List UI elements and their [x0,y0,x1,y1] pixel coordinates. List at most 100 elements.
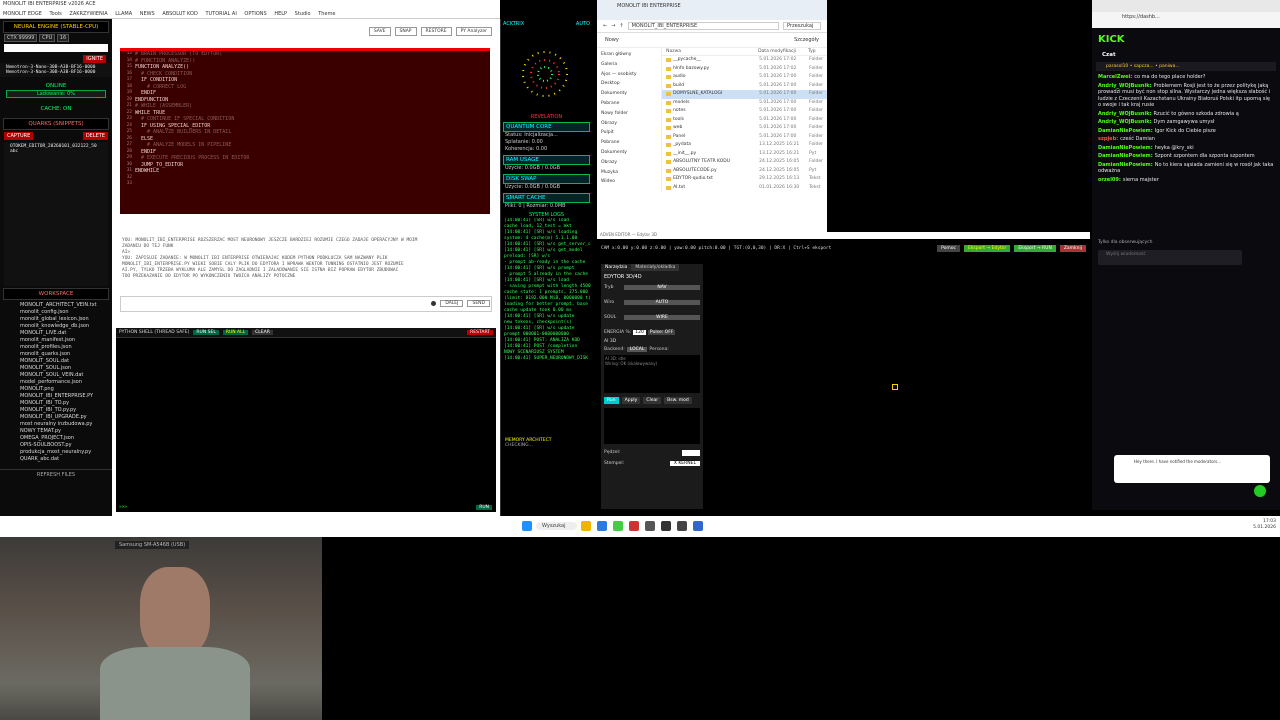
chat-username[interactable]: DamianNiePowiem: [1098,128,1153,134]
menu-item[interactable]: TUTORIAL AI [205,11,236,17]
file-row[interactable]: ABSOLUTECODE.py 24.12.2025 16:05 Pyt [662,167,827,176]
forward-icon[interactable]: → [611,23,615,29]
ignite-button[interactable]: IGNITE [83,55,106,63]
workspace-file[interactable]: OMEGA_PROJECT.json [20,435,112,442]
workspace-file[interactable]: MONOLIT_SOUL_VEIN.dat [20,372,112,379]
snap-button[interactable]: SNAP [394,27,417,36]
windows-start-icon[interactable] [522,521,532,531]
ctx-field[interactable]: CTX 99999 [4,34,38,42]
restore-button[interactable]: RESTORE [420,27,452,36]
pulse-toggle[interactable]: Pulse: OFF [647,330,676,335]
python-icon[interactable] [661,521,672,531]
workspace-file[interactable]: most neuralny inzbudowa.py [20,421,112,428]
close-editor-button[interactable]: Zamknij [1059,244,1086,252]
workspace-file[interactable]: monolit_profiles.json [20,344,112,351]
chat-username[interactable]: Andriy_WOJBusnik: [1098,119,1152,125]
menu-item[interactable]: Tools [49,11,61,17]
up-icon[interactable]: ↑ [619,23,623,29]
chat-username[interactable]: DamianNiePowiem: [1098,153,1153,159]
run-button[interactable]: RUN [476,505,492,510]
workspace-file[interactable]: MONOLIT_IBI_ENTERPRISE.PY [20,393,112,400]
clear-button[interactable]: CLEAR [252,330,273,335]
new-button[interactable]: Nowy [605,37,619,43]
nav-item[interactable]: Ajos — osobisty [601,70,657,80]
menu-item[interactable]: ZAKRZYWIENIA [69,11,107,17]
mode-select[interactable]: NAV [624,285,700,290]
menu-item[interactable]: OPTIONS [244,11,266,17]
snippet-item[interactable]: abc [10,149,102,154]
column-type[interactable]: Typ [808,49,816,54]
editor-icon[interactable] [677,521,688,531]
nav-item[interactable]: Muzyka [601,168,657,178]
run-ai-button[interactable]: Run [604,397,619,404]
settings-icon[interactable] [693,521,704,531]
export-editor-button[interactable]: Eksport → Edytor [963,244,1011,252]
snippet-item[interactable]: OTOKEM_EDITOR_20260101_032122_50 [10,144,102,149]
chat-message-input[interactable]: Wyślij wiadomość [1098,250,1242,265]
nav-item[interactable]: Nowy folder [601,109,657,119]
workspace-file[interactable]: MONOLIT.png [20,386,112,393]
taskbar-search[interactable]: Wyszukaj [536,522,578,530]
nav-item[interactable]: Pobrane [601,138,657,148]
menu-item[interactable]: NEWS [140,11,155,17]
help-button[interactable]: Pomoc [937,244,960,252]
column-date[interactable]: Data modyfikacji [758,49,808,54]
nav-item[interactable]: Galeria [601,60,657,70]
file-row[interactable]: hlnfo bazowy.py 5.01.2026 17:02 Folder [662,65,827,74]
file-row[interactable]: _pydata 13.12.2025 16:21 Folder [662,141,827,150]
menu-item[interactable]: Studio [295,11,311,17]
workspace-file[interactable]: monolit_config.json [20,309,112,316]
run-all-button[interactable]: RUN ALL [222,330,249,335]
record-icon[interactable] [431,301,437,306]
send-button[interactable]: SEND [467,300,490,307]
app-icon[interactable] [629,521,640,531]
capture-button[interactable]: CAPTURE [4,132,34,140]
chat-username[interactable]: DamianNiePowiem: [1098,145,1153,151]
nav-item[interactable]: Obrazy [601,119,657,129]
column-name[interactable]: Nazwa [666,49,758,54]
workspace-file[interactable]: QUARK_abc.dat [20,456,112,463]
workspace-file[interactable]: monolit_knowledge_db.json [20,323,112,330]
workspace-file[interactable]: MONOLIT_SOUL.dat [20,358,112,365]
workspace-file[interactable]: produkcja_most_neuralny.py [20,449,112,456]
workspace-file[interactable]: MONOLIT_LIVE.dat [20,330,112,337]
workspace-file[interactable]: OPIS-SOULBOOST.py [20,442,112,449]
explorer-path[interactable]: MONOLIT_IBI_ENTERPRISE [627,22,779,30]
nav-item[interactable]: Ekran główny [601,50,657,60]
chat-username[interactable]: Andriy_WOJBusnik: [1098,83,1152,89]
workspace-file[interactable]: model_performance.json [20,379,112,386]
menu-item[interactable]: ABSOLUT KOD [162,11,198,17]
refresh-files-button[interactable]: REFRESH FILES [0,469,112,478]
run-sel-button[interactable]: RUN SEL [193,330,219,335]
chrome-icon[interactable] [613,521,624,531]
file-row[interactable]: DOMYŚLNE_KATALOGI 5.01.2026 17:00 Folder [662,90,827,99]
file-explorer-icon[interactable] [581,521,592,531]
workspace-file[interactable]: MONOLIT_ARCHITECT_VEIN.txt [20,302,112,309]
explorer-search[interactable]: Przeszukaj [783,22,821,30]
workspace-file[interactable]: MONOLIT_IBI_TO.py [20,400,112,407]
workspace-file[interactable]: NOWY TEMAT.py [20,428,112,435]
file-row[interactable]: notes 5.01.2026 17:00 Folder [662,107,827,116]
menu-item[interactable]: HELP [274,11,287,17]
workspace-file[interactable]: MONOLIT_IBI_TO.py.py [20,407,112,414]
stamp-select[interactable]: X KERNEL [669,461,700,466]
view-details-button[interactable]: Szczegóły [794,37,819,43]
model-select[interactable] [4,44,108,52]
file-row[interactable]: EDYTOR-qudio.txt 29.12.2025 16:13 Tekst [662,175,827,184]
nav-item[interactable]: Dokumenty [601,148,657,158]
workspace-file[interactable]: monolit_global_lexicon.json [20,316,112,323]
nav-item[interactable]: Desktop [601,79,657,89]
file-row[interactable]: web 5.01.2026 17:00 Folder [662,124,827,133]
tab-materials[interactable]: Materiały/okładka [631,264,680,271]
file-row[interactable]: audio 5.01.2026 17:00 Folder [662,73,827,82]
nav-item[interactable]: Obrazy [601,158,657,168]
soul-select[interactable]: WIRE [624,315,700,320]
energy-input[interactable]: 120 [633,330,646,335]
mode-field[interactable]: 16 [56,34,70,42]
chat-username[interactable]: DamianNiePowiem: [1098,162,1153,168]
nav-item[interactable]: Pulpit [601,128,657,138]
terminal-icon[interactable] [645,521,656,531]
file-row[interactable]: Panel 5.01.2026 17:00 Folder [662,133,827,142]
back-icon[interactable]: ← [603,23,607,29]
nav-item[interactable]: Wideo [601,177,657,187]
